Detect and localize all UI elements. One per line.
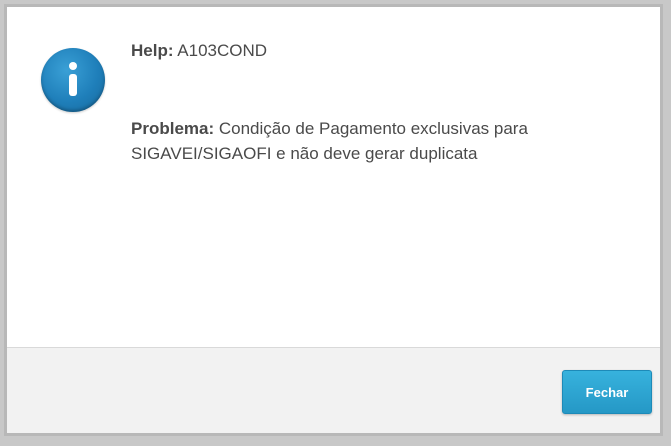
help-line: Help: A103COND bbox=[131, 41, 267, 61]
close-button[interactable]: Fechar bbox=[562, 370, 652, 414]
help-label: Help: bbox=[131, 41, 174, 60]
info-icon bbox=[41, 48, 105, 112]
problem-label: Problema: bbox=[131, 119, 215, 138]
dialog-footer: Fechar bbox=[7, 347, 660, 433]
help-dialog: Help: A103COND Problema: Condição de Pag… bbox=[4, 4, 663, 436]
problem-message: Problema: Condição de Pagamento exclusiv… bbox=[131, 116, 631, 166]
help-code: A103COND bbox=[177, 41, 268, 60]
info-icon-stem bbox=[69, 74, 77, 96]
dialog-body: Help: A103COND Problema: Condição de Pag… bbox=[7, 7, 660, 347]
info-icon-dot bbox=[69, 62, 77, 70]
